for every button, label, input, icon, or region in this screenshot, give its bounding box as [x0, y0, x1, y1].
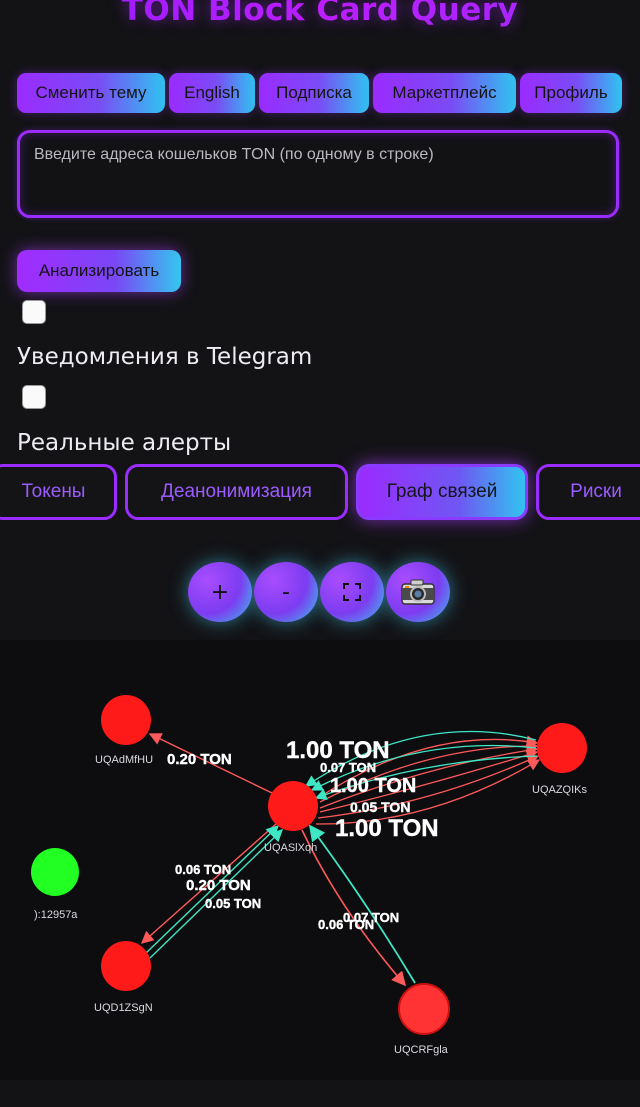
graph-node[interactable] — [268, 781, 318, 831]
tab-deanonymization[interactable]: Деанонимизация — [125, 464, 348, 520]
tab-connection-graph[interactable]: Граф связей — [356, 464, 528, 520]
screenshot-button[interactable] — [386, 562, 450, 622]
zoom-in-button[interactable]: + — [188, 562, 252, 622]
graph-node-x12957a[interactable]: ):12957a — [31, 848, 79, 921]
edge-label: 1.00 TON — [330, 775, 416, 797]
graph-node[interactable] — [101, 941, 151, 991]
language-button[interactable]: English — [169, 73, 255, 113]
wallet-addresses-input[interactable]: Введите адреса кошельков TON (по одному … — [17, 130, 619, 218]
edge-label: 0.20 TON — [167, 751, 232, 768]
edge-label: 0.06 TON — [318, 917, 374, 932]
subscription-button[interactable]: Подписка — [259, 73, 369, 113]
graph-edge — [149, 829, 284, 959]
connection-graph[interactable]: 0.20 TON 1.00 TON 0.07 TON 1.00 TON 0.05… — [0, 640, 640, 1080]
telegram-notifications-label: Уведомления в Telegram — [17, 344, 313, 370]
edge-label: 0.20 TON — [186, 877, 251, 894]
real-alerts-checkbox[interactable] — [22, 385, 46, 409]
graph-node[interactable] — [31, 848, 79, 896]
change-theme-button[interactable]: Сменить тему — [17, 73, 165, 113]
edge-label: 0.05 TON — [205, 896, 261, 911]
node-label: UQASlXqh — [264, 842, 317, 854]
edge-label: 1.00 TON — [335, 815, 439, 842]
edge-label: 0.06 TON — [175, 862, 231, 877]
graph-node-UQAdMfHU[interactable]: UQAdMfHU — [95, 695, 153, 766]
profile-button[interactable]: Профиль — [520, 73, 622, 113]
fullscreen-icon — [343, 583, 361, 601]
edge-label: 0.05 TON — [350, 799, 410, 815]
zoom-out-button[interactable]: - — [254, 562, 318, 622]
graph-edge — [308, 824, 416, 984]
camera-icon — [401, 579, 435, 605]
fit-view-button[interactable] — [320, 562, 384, 622]
graph-canvas[interactable]: 0.20 TON 1.00 TON 0.07 TON 1.00 TON 0.05… — [0, 640, 640, 1080]
graph-edge-labels: 0.20 TON 1.00 TON 0.07 TON 1.00 TON 0.05… — [167, 737, 439, 932]
graph-node[interactable] — [398, 983, 450, 1035]
graph-edge — [301, 829, 407, 987]
graph-node-UQASlXqh[interactable]: UQASlXqh — [264, 781, 318, 854]
telegram-notifications-checkbox[interactable] — [22, 300, 46, 324]
graph-node[interactable] — [537, 723, 587, 773]
graph-node[interactable] — [101, 695, 151, 745]
real-alerts-label: Реальные алерты — [17, 430, 232, 456]
graph-node-UQCRFgla[interactable]: UQCRFgla — [394, 983, 450, 1056]
node-label: UQCRFgla — [394, 1044, 449, 1056]
node-label: UQAdMfHU — [95, 754, 153, 766]
node-label: UQAZQIKs — [532, 784, 588, 796]
node-label: UQD1ZSgN — [94, 1002, 153, 1014]
node-label: ):12957a — [34, 909, 78, 921]
tab-risks[interactable]: Риски — [536, 464, 640, 520]
graph-node-UQAZQIKs[interactable]: UQAZQIKs — [532, 723, 588, 796]
edge-label: 0.07 TON — [320, 760, 376, 775]
tab-tokens[interactable]: Токены — [0, 464, 117, 520]
analyze-button[interactable]: Анализировать — [17, 250, 181, 292]
marketplace-button[interactable]: Маркетплейс — [373, 73, 516, 113]
page-title: TON Block Card Query — [0, 0, 640, 28]
graph-node-UQD1ZSgN[interactable]: UQD1ZSgN — [94, 941, 153, 1014]
